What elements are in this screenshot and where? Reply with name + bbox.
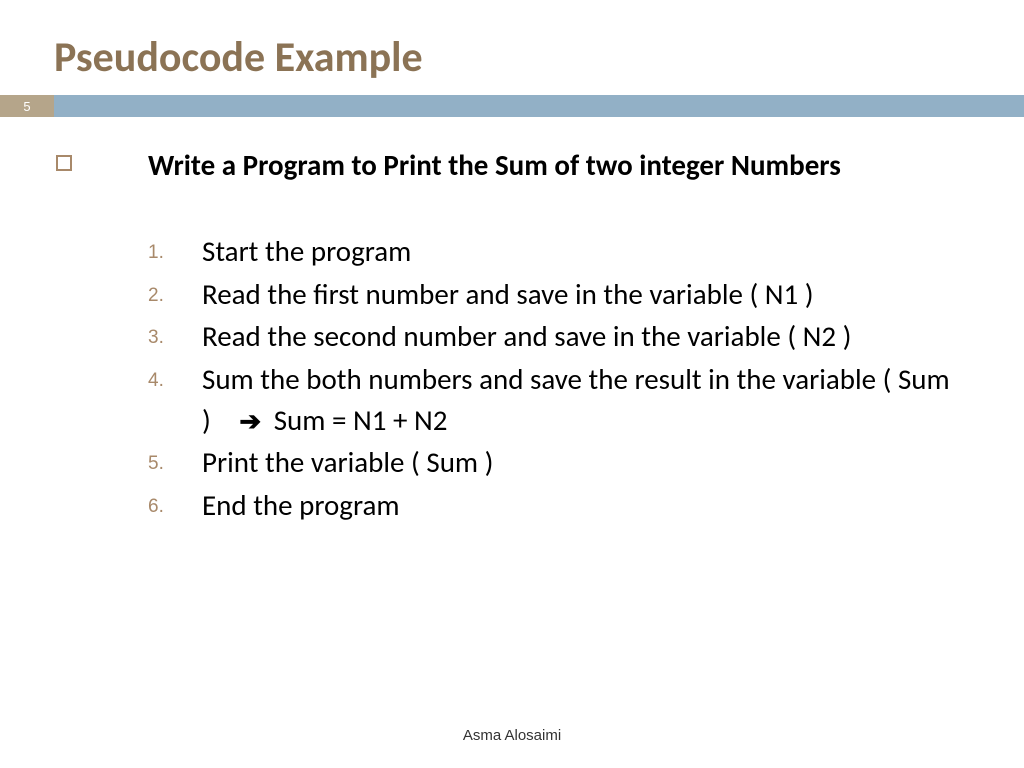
step-number: 2. (148, 274, 202, 310)
slide-title: Pseudocode Example (0, 0, 1024, 95)
author-footer: Asma Alosaimi (0, 727, 1024, 744)
arrow-right-icon: ➔ (239, 403, 261, 439)
step-text: Read the second number and save in the v… (202, 316, 964, 357)
step-number: 1. (148, 231, 202, 267)
list-item: 5. Print the variable ( Sum ) (148, 442, 964, 483)
step-text: Start the program (202, 231, 964, 272)
step-text-suffix: Sum = N1 + N2 (274, 402, 448, 438)
headline-row: Write a Program to Print the Sum of two … (56, 147, 964, 183)
step-text: Read the first number and save in the va… (202, 274, 964, 315)
accent-bar (54, 95, 1024, 117)
list-item: 3. Read the second number and save in th… (148, 316, 964, 357)
step-text: End the program (202, 485, 964, 526)
step-number: 4. (148, 359, 202, 395)
divider-bar: 5 (0, 95, 1024, 117)
step-number: 6. (148, 485, 202, 521)
steps-list: 1. Start the program 2. Read the first n… (56, 231, 964, 525)
list-item: 6. End the program (148, 485, 964, 526)
step-text: Print the variable ( Sum ) (202, 442, 964, 483)
page-number: 5 (0, 95, 54, 117)
square-bullet-icon (56, 155, 72, 171)
list-item: 1. Start the program (148, 231, 964, 272)
slide-content: Write a Program to Print the Sum of two … (0, 117, 1024, 525)
list-item: 4. Sum the both numbers and save the res… (148, 359, 964, 440)
headline-text: Write a Program to Print the Sum of two … (148, 147, 964, 183)
list-item: 2. Read the first number and save in the… (148, 274, 964, 315)
step-text: Sum the both numbers and save the result… (202, 359, 964, 440)
step-number: 3. (148, 316, 202, 352)
step-number: 5. (148, 442, 202, 478)
